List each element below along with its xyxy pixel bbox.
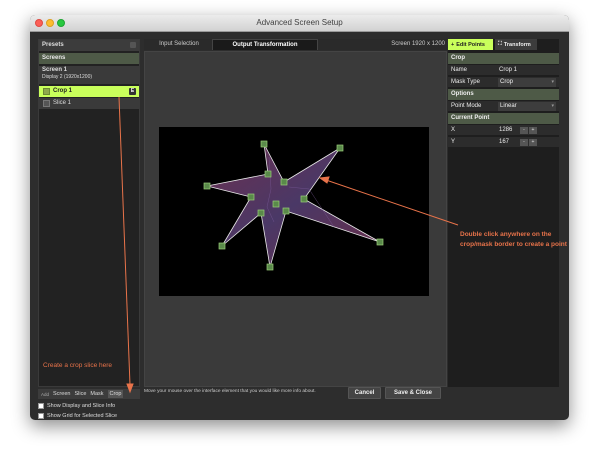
option-label: Show Display and Slice Info xyxy=(47,403,116,409)
name-label: Name xyxy=(451,67,468,73)
add-label: Add xyxy=(41,391,50,397)
advanced-screen-setup-window: Advanced Screen Setup Presets Screens Sc… xyxy=(30,15,569,420)
mask-type-label: Mask Type xyxy=(451,79,480,85)
window-title: Advanced Screen Setup xyxy=(256,18,343,27)
point-mode-row: Point Mode Linear ▾ xyxy=(448,101,559,112)
crop-hint-annotation: Create a crop slice here xyxy=(43,362,113,369)
status-help-text: Move your mouse over the interface eleme… xyxy=(144,389,316,394)
control-point[interactable] xyxy=(264,170,272,178)
control-point[interactable] xyxy=(203,182,211,190)
control-point[interactable] xyxy=(300,195,308,203)
edit-badge[interactable]: E xyxy=(129,88,136,95)
control-point[interactable] xyxy=(376,238,384,246)
current-point-section-header: Current Point xyxy=(448,113,559,124)
edit-points-button[interactable]: + Edit Points xyxy=(448,39,493,50)
chevron-down-icon: ▾ xyxy=(551,103,554,109)
x-increment-button[interactable]: + xyxy=(529,127,537,134)
show-grid-option[interactable]: Show Grid for Selected Slice xyxy=(38,413,117,419)
mask-type-select[interactable]: Crop ▾ xyxy=(498,78,556,87)
screen-item[interactable]: Screen 1 Display 2 (1920x1200) xyxy=(39,66,139,84)
add-mask-button[interactable]: Mask xyxy=(90,391,103,397)
control-point[interactable] xyxy=(336,144,344,152)
show-grid-checkbox[interactable] xyxy=(38,413,44,419)
y-increment-button[interactable]: + xyxy=(529,139,537,146)
screens-panel: Presets Screens Screen 1 Display 2 (1920… xyxy=(38,39,140,387)
control-point[interactable] xyxy=(266,263,274,271)
slice-label: Slice 1 xyxy=(53,100,72,106)
save-close-button[interactable]: Save & Close xyxy=(385,387,441,399)
output-canvas[interactable] xyxy=(159,127,429,296)
cancel-button[interactable]: Cancel xyxy=(348,387,381,399)
edit-points-label: Edit Points xyxy=(456,41,485,48)
add-screen-button[interactable]: Screen xyxy=(53,391,70,397)
mask-type-row: Mask Type Crop ▾ xyxy=(448,77,559,88)
transform-button[interactable]: ⛶ Transform xyxy=(495,39,537,50)
x-row: X 1286 - + xyxy=(448,125,559,136)
double-click-annotation: Double click anywhere on the crop/mask b… xyxy=(460,231,567,248)
tab-bar: Input Selection Output Transformation Sc… xyxy=(144,39,447,50)
y-label: Y xyxy=(451,139,456,145)
slice-label: Crop 1 xyxy=(53,88,73,94)
show-display-slice-info-checkbox[interactable] xyxy=(38,403,44,409)
title-bar[interactable]: Advanced Screen Setup xyxy=(30,15,569,32)
control-point[interactable] xyxy=(260,140,268,148)
screen-name: Screen 1 xyxy=(42,67,68,73)
tab-input-selection[interactable]: Input Selection xyxy=(146,39,212,50)
name-row: Name Crop 1 xyxy=(448,65,559,76)
plus-icon: + xyxy=(451,41,455,48)
transform-icon: ⛶ xyxy=(498,41,502,47)
slice-item-slice-1[interactable]: Slice 1 xyxy=(39,98,139,109)
show-display-slice-info-option[interactable]: Show Display and Slice Info xyxy=(38,403,115,409)
properties-panel: + Edit Points ⛶ Transform Crop Name Crop… xyxy=(448,39,559,387)
screen-resolution: Screen 1920 x 1200 xyxy=(391,41,445,47)
name-field[interactable]: Crop 1 xyxy=(499,67,517,73)
x-label: X xyxy=(451,127,456,133)
crop-polygon[interactable] xyxy=(206,143,381,268)
mask-type-value: Crop xyxy=(500,79,514,85)
control-point[interactable] xyxy=(272,200,280,208)
control-point[interactable] xyxy=(280,178,288,186)
x-field[interactable]: 1286 xyxy=(499,127,512,133)
presets-label: Presets xyxy=(42,42,64,48)
point-mode-value: Linear xyxy=(500,103,517,109)
y-decrement-button[interactable]: - xyxy=(520,139,528,146)
slice-visibility-checkbox[interactable] xyxy=(43,100,50,107)
chevron-down-icon xyxy=(130,42,136,48)
add-slice-button[interactable]: Slice xyxy=(74,391,86,397)
y-stepper: - + xyxy=(520,139,537,146)
add-toolbar: Add Screen Slice Mask Crop xyxy=(38,389,140,399)
screen-detail: Display 2 (1920x1200) xyxy=(42,74,93,80)
y-row: Y 167 - + xyxy=(448,137,559,148)
output-viewport[interactable] xyxy=(144,51,447,387)
slice-visibility-checkbox[interactable] xyxy=(43,88,50,95)
option-label: Show Grid for Selected Slice xyxy=(47,413,118,419)
presets-dropdown[interactable]: Presets xyxy=(39,40,139,51)
chevron-down-icon: ▾ xyxy=(551,79,554,85)
y-field[interactable]: 167 xyxy=(499,139,509,145)
control-point[interactable] xyxy=(282,207,290,215)
transform-label: Transform xyxy=(503,41,531,48)
point-mode-label: Point Mode xyxy=(451,103,482,109)
control-point[interactable] xyxy=(218,242,226,250)
crop-section-header: Crop xyxy=(448,53,559,64)
x-decrement-button[interactable]: - xyxy=(520,127,528,134)
control-point[interactable] xyxy=(247,193,255,201)
options-section-header: Options xyxy=(448,89,559,100)
x-stepper: - + xyxy=(520,127,537,134)
add-crop-button[interactable]: Crop xyxy=(107,390,124,398)
point-mode-select[interactable]: Linear ▾ xyxy=(498,102,556,111)
control-point[interactable] xyxy=(257,209,265,217)
screens-header: Screens xyxy=(39,53,139,64)
tab-output-transformation[interactable]: Output Transformation xyxy=(212,39,318,50)
crop-mask-shape[interactable] xyxy=(159,127,429,296)
slice-item-crop-1[interactable]: Crop 1 E xyxy=(39,86,139,97)
